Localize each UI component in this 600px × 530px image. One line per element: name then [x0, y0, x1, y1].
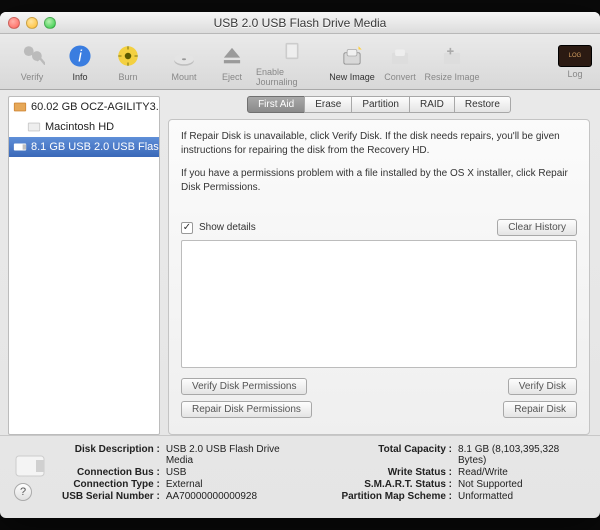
val-partition-map: Unformatted: [458, 491, 588, 502]
tab-raid[interactable]: RAID: [409, 96, 455, 113]
lbl-write-status: Write Status :: [341, 467, 452, 478]
sidebar-item-label: Macintosh HD: [45, 121, 114, 133]
sidebar: 60.02 GB OCZ-AGILITY3... Macintosh HD 8.…: [8, 96, 160, 435]
verify-disk-button[interactable]: Verify Disk: [508, 378, 577, 395]
val-total-capacity: 8.1 GB (8,103,395,328 Bytes): [458, 444, 588, 466]
tab-erase[interactable]: Erase: [304, 96, 352, 113]
burn-icon: [114, 42, 142, 70]
new-image-button[interactable]: New Image: [328, 42, 376, 82]
val-write-status: Read/Write: [458, 467, 588, 478]
sidebar-item-label: 60.02 GB OCZ-AGILITY3...: [31, 101, 159, 113]
sidebar-item-disk-1[interactable]: 8.1 GB USB 2.0 USB Flas...: [9, 137, 159, 157]
main-panel: First Aid Erase Partition RAID Restore I…: [164, 90, 600, 435]
zoom-icon[interactable]: [44, 17, 56, 29]
val-connection-bus: USB: [166, 467, 308, 478]
info-button[interactable]: i Info: [56, 42, 104, 82]
resize-image-icon: [438, 42, 466, 70]
tab-partition[interactable]: Partition: [351, 96, 410, 113]
sidebar-item-volume-0[interactable]: Macintosh HD: [9, 117, 159, 137]
burn-button[interactable]: Burn: [104, 42, 152, 82]
lbl-connection-bus: Connection Bus :: [62, 467, 160, 478]
val-disk-description: USB 2.0 USB Flash Drive Media: [166, 444, 308, 466]
desc-text-2: If you have a permissions problem with a…: [181, 167, 577, 194]
verify-disk-permissions-button[interactable]: Verify Disk Permissions: [181, 378, 307, 395]
info-icon: i: [66, 42, 94, 70]
info-columns: Disk Description : USB 2.0 USB Flash Dri…: [62, 444, 588, 502]
verify-button[interactable]: Verify: [8, 42, 56, 82]
val-smart-status: Not Supported: [458, 479, 588, 490]
footer: Disk Description : USB 2.0 USB Flash Dri…: [0, 435, 600, 511]
val-connection-type: External: [166, 479, 308, 490]
val-usb-serial: AA70000000000928: [166, 491, 308, 502]
svg-text:i: i: [78, 47, 82, 65]
eject-icon: [218, 42, 246, 70]
enable-journaling-button[interactable]: Enable Journaling: [256, 37, 328, 87]
journaling-icon: [278, 37, 306, 65]
clear-history-button[interactable]: Clear History: [497, 219, 577, 236]
eject-button[interactable]: Eject: [208, 42, 256, 82]
help-button[interactable]: ?: [14, 483, 32, 501]
show-details-checkbox[interactable]: ✓: [181, 222, 193, 234]
disk-utility-window: USB 2.0 USB Flash Drive Media Verify i I…: [0, 12, 600, 518]
convert-icon: [386, 42, 414, 70]
new-image-icon: [338, 42, 366, 70]
log-icon: LOG: [558, 45, 592, 67]
lbl-total-capacity: Total Capacity :: [341, 444, 452, 466]
verify-icon: [18, 42, 46, 70]
disk-icon: [12, 444, 48, 487]
minimize-icon[interactable]: [26, 17, 38, 29]
details-log[interactable]: [181, 240, 577, 368]
repair-disk-button[interactable]: Repair Disk: [503, 401, 577, 418]
tab-first-aid[interactable]: First Aid: [247, 96, 305, 113]
show-details-label: Show details: [199, 222, 256, 233]
titlebar: USB 2.0 USB Flash Drive Media: [0, 12, 600, 34]
lbl-disk-description: Disk Description :: [62, 444, 160, 466]
usb-drive-icon: [13, 140, 27, 154]
lbl-usb-serial: USB Serial Number :: [62, 491, 160, 502]
first-aid-panel: If Repair Disk is unavailable, click Ver…: [168, 119, 590, 435]
mount-icon: [170, 42, 198, 70]
lbl-connection-type: Connection Type :: [62, 479, 160, 490]
convert-button[interactable]: Convert: [376, 42, 424, 82]
mount-button[interactable]: Mount: [160, 42, 208, 82]
lbl-partition-map: Partition Map Scheme :: [341, 491, 452, 502]
close-icon[interactable]: [8, 17, 20, 29]
toolbar: Verify i Info Burn Mount Eject: [0, 34, 600, 90]
desc-text-1: If Repair Disk is unavailable, click Ver…: [181, 130, 577, 157]
sidebar-item-disk-0[interactable]: 60.02 GB OCZ-AGILITY3...: [9, 97, 159, 117]
volume-icon: [27, 120, 41, 134]
hdd-icon: [13, 100, 27, 114]
repair-disk-permissions-button[interactable]: Repair Disk Permissions: [181, 401, 312, 418]
tabbar: First Aid Erase Partition RAID Restore: [168, 96, 590, 113]
window-title: USB 2.0 USB Flash Drive Media: [0, 16, 600, 30]
sidebar-item-label: 8.1 GB USB 2.0 USB Flas...: [31, 141, 159, 153]
tab-restore[interactable]: Restore: [454, 96, 511, 113]
log-button[interactable]: LOG Log: [558, 45, 592, 79]
resize-image-button[interactable]: Resize Image: [424, 42, 480, 82]
lbl-smart-status: S.M.A.R.T. Status :: [341, 479, 452, 490]
traffic-lights: [8, 17, 56, 29]
